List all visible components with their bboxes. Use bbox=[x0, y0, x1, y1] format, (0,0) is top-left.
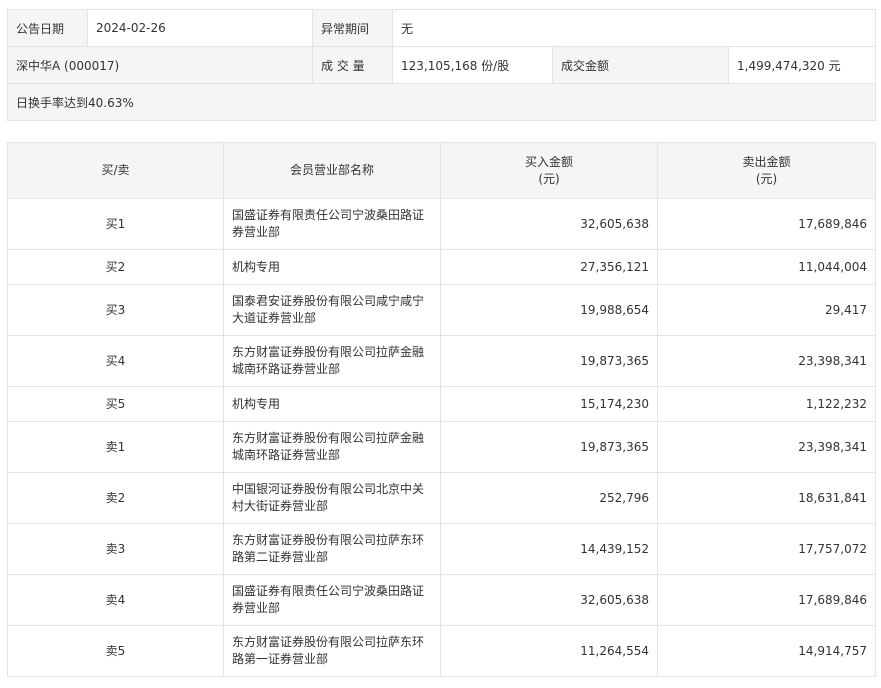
row-sell: 17,689,846 bbox=[657, 574, 876, 626]
row-buy: 14,439,152 bbox=[440, 523, 658, 575]
trading-departments-table: 买/卖 会员营业部名称 买入金额 (元) 卖出金额 (元) 买1 国盛证券有限责… bbox=[7, 142, 876, 677]
abnormal-period-value: 无 bbox=[392, 9, 876, 47]
row-side: 卖4 bbox=[7, 574, 224, 626]
row-side: 卖3 bbox=[7, 523, 224, 575]
row-sell: 14,914,757 bbox=[657, 625, 876, 677]
row-sell: 23,398,341 bbox=[657, 335, 876, 387]
volume-label: 成 交 量 bbox=[312, 46, 393, 84]
row-side: 买1 bbox=[7, 198, 224, 250]
table-row: 卖2 中国银河证券股份有限公司北京中关村大街证券营业部 252,796 18,6… bbox=[7, 472, 876, 524]
row-dept: 东方财富证券股份有限公司拉萨金融城南环路证券营业部 bbox=[223, 421, 441, 473]
row-dept: 机构专用 bbox=[223, 249, 441, 285]
header-sell-unit: (元) bbox=[755, 171, 778, 186]
amount-value: 1,499,474,320 元 bbox=[728, 46, 876, 84]
amount-label: 成交金额 bbox=[552, 46, 729, 84]
row-side: 买4 bbox=[7, 335, 224, 387]
row-dept: 东方财富证券股份有限公司拉萨东环路第一证券营业部 bbox=[223, 625, 441, 677]
header-sell-label: 卖出金额 bbox=[742, 154, 791, 169]
row-dept: 机构专用 bbox=[223, 386, 441, 422]
row-buy: 27,356,121 bbox=[440, 249, 658, 285]
row-buy: 252,796 bbox=[440, 472, 658, 524]
table-row: 买3 国泰君安证券股份有限公司咸宁咸宁大道证券营业部 19,988,654 29… bbox=[7, 284, 876, 336]
date-label: 公告日期 bbox=[7, 9, 88, 47]
row-side: 卖1 bbox=[7, 421, 224, 473]
table-row: 卖1 东方财富证券股份有限公司拉萨金融城南环路证券营业部 19,873,365 … bbox=[7, 421, 876, 473]
row-dept: 东方财富证券股份有限公司拉萨金融城南环路证券营业部 bbox=[223, 335, 441, 387]
table-row: 卖5 东方财富证券股份有限公司拉萨东环路第一证券营业部 11,264,554 1… bbox=[7, 625, 876, 677]
table-row: 买4 东方财富证券股份有限公司拉萨金融城南环路证券营业部 19,873,365 … bbox=[7, 335, 876, 387]
row-buy: 19,873,365 bbox=[440, 421, 658, 473]
volume-value: 123,105,168 份/股 bbox=[392, 46, 553, 84]
header-buy-label: 买入金额 bbox=[524, 154, 573, 169]
row-sell: 29,417 bbox=[657, 284, 876, 336]
header-sell-amount: 卖出金额 (元) bbox=[657, 142, 876, 199]
info-row-date: 公告日期 2024-02-26 异常期间 无 bbox=[7, 9, 876, 47]
row-dept: 中国银河证券股份有限公司北京中关村大街证券营业部 bbox=[223, 472, 441, 524]
row-side: 卖5 bbox=[7, 625, 224, 677]
row-dept: 东方财富证券股份有限公司拉萨东环路第二证券营业部 bbox=[223, 523, 441, 575]
row-sell: 11,044,004 bbox=[657, 249, 876, 285]
row-dept: 国盛证券有限责任公司宁波桑田路证券营业部 bbox=[223, 574, 441, 626]
header-dept: 会员营业部名称 bbox=[223, 142, 441, 199]
table-row: 买2 机构专用 27,356,121 11,044,004 bbox=[7, 249, 876, 285]
header-side: 买/卖 bbox=[7, 142, 224, 199]
row-side: 买2 bbox=[7, 249, 224, 285]
row-sell: 17,757,072 bbox=[657, 523, 876, 575]
row-buy: 19,873,365 bbox=[440, 335, 658, 387]
row-buy: 32,605,638 bbox=[440, 574, 658, 626]
row-dept: 国盛证券有限责任公司宁波桑田路证券营业部 bbox=[223, 198, 441, 250]
row-buy: 11,264,554 bbox=[440, 625, 658, 677]
header-buy-unit: (元) bbox=[538, 171, 560, 186]
table-row: 买5 机构专用 15,174,230 1,122,232 bbox=[7, 386, 876, 422]
row-sell: 23,398,341 bbox=[657, 421, 876, 473]
row-sell: 18,631,841 bbox=[657, 472, 876, 524]
table-row: 买1 国盛证券有限责任公司宁波桑田路证券营业部 32,605,638 17,68… bbox=[7, 198, 876, 250]
row-side: 买3 bbox=[7, 284, 224, 336]
table-row: 卖4 国盛证券有限责任公司宁波桑田路证券营业部 32,605,638 17,68… bbox=[7, 574, 876, 626]
row-side: 买5 bbox=[7, 386, 224, 422]
abnormal-period-label: 异常期间 bbox=[312, 9, 393, 47]
row-buy: 15,174,230 bbox=[440, 386, 658, 422]
row-sell: 1,122,232 bbox=[657, 386, 876, 422]
header-buy-amount: 买入金额 (元) bbox=[440, 142, 658, 199]
row-dept: 国泰君安证券股份有限公司咸宁咸宁大道证券营业部 bbox=[223, 284, 441, 336]
table-row: 卖3 东方财富证券股份有限公司拉萨东环路第二证券营业部 14,439,152 1… bbox=[7, 523, 876, 575]
turnover-note: 日换手率达到40.63% bbox=[7, 83, 876, 121]
info-row-trade: 深中华A (000017) 成 交 量 123,105,168 份/股 成交金额… bbox=[7, 46, 876, 84]
table-header-row: 买/卖 会员营业部名称 买入金额 (元) 卖出金额 (元) bbox=[7, 142, 876, 199]
row-sell: 17,689,846 bbox=[657, 198, 876, 250]
row-buy: 32,605,638 bbox=[440, 198, 658, 250]
announcement-info-table: 公告日期 2024-02-26 异常期间 无 深中华A (000017) 成 交… bbox=[7, 9, 876, 121]
stock-name: 深中华A (000017) bbox=[7, 46, 313, 84]
info-row-turnover: 日换手率达到40.63% bbox=[7, 83, 876, 121]
row-side: 卖2 bbox=[7, 472, 224, 524]
row-buy: 19,988,654 bbox=[440, 284, 658, 336]
date-value: 2024-02-26 bbox=[87, 9, 313, 47]
